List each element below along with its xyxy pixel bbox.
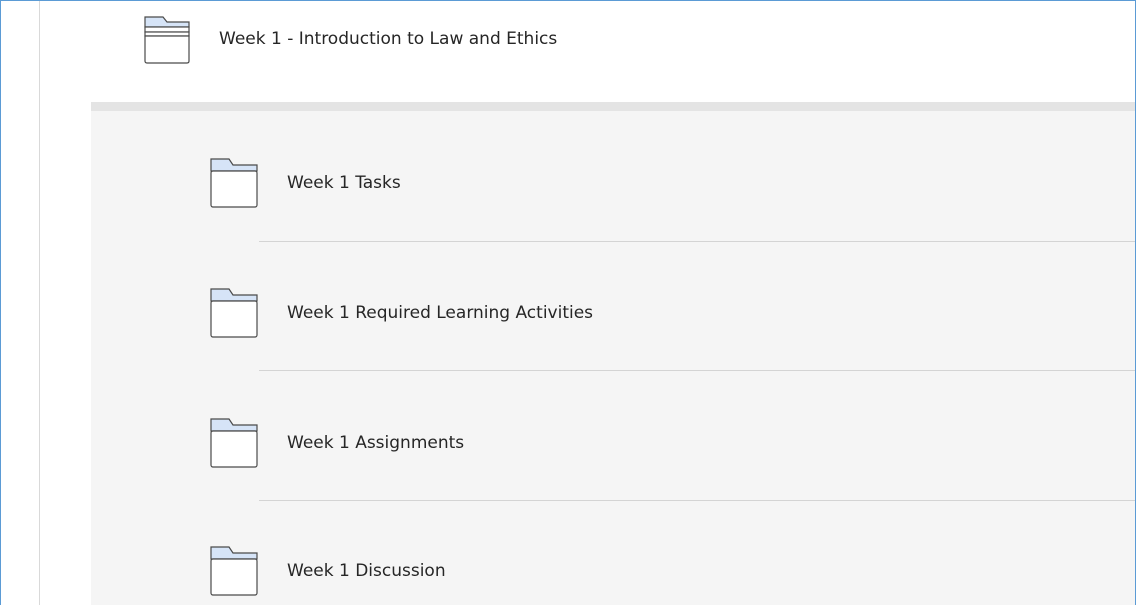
parent-folder-title[interactable]: Week 1 - Introduction to Law and Ethics [219, 29, 557, 49]
list-item-label: Week 1 Assignments [287, 433, 465, 453]
folder-icon [209, 287, 261, 339]
list-item-week1-discussion[interactable]: Week 1 Discussion [209, 543, 446, 599]
list-item-week1-tasks[interactable]: Week 1 Tasks [209, 155, 401, 211]
subfolder-panel: Week 1 Tasks Week 1 Required Learning Ac… [91, 102, 1135, 605]
list-item-week1-required-learning[interactable]: Week 1 Required Learning Activities [209, 285, 593, 341]
parent-folder-row[interactable]: Week 1 - Introduction to Law and Ethics [141, 11, 557, 67]
item-divider [259, 241, 1135, 242]
folder-icon [209, 417, 261, 469]
folder-icon [209, 545, 261, 597]
list-item-week1-assignments[interactable]: Week 1 Assignments [209, 415, 464, 471]
list-item-label: Week 1 Tasks [287, 173, 401, 193]
left-divider [39, 1, 40, 605]
list-item-label: Week 1 Discussion [287, 561, 446, 581]
folder-open-icon [141, 13, 193, 65]
folder-icon [209, 157, 261, 209]
list-item-label: Week 1 Required Learning Activities [287, 303, 594, 323]
item-divider [259, 370, 1135, 371]
item-divider [259, 500, 1135, 501]
content-frame: Week 1 - Introduction to Law and Ethics … [0, 0, 1136, 605]
